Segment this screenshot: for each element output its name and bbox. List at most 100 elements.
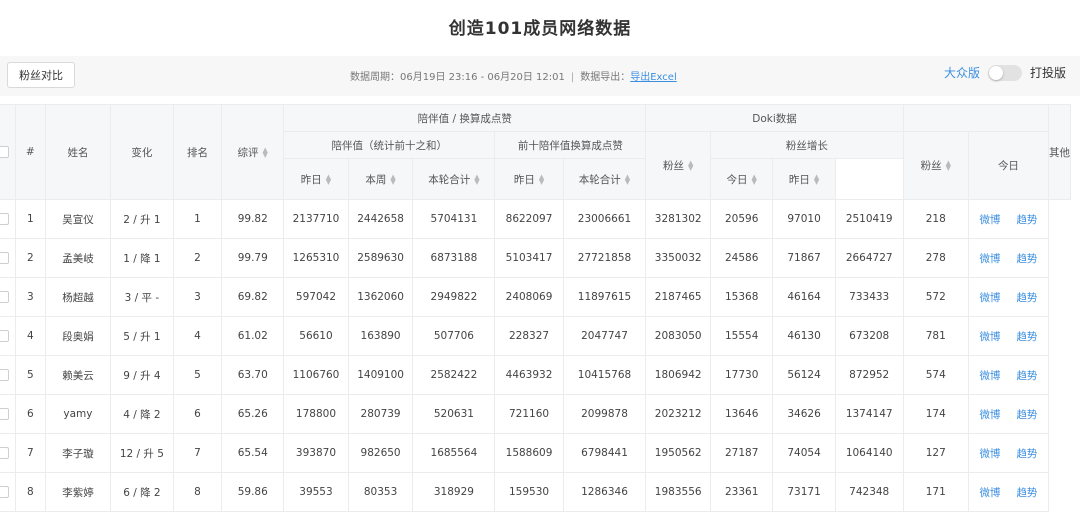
cell-g-today: 13646 — [709, 394, 774, 434]
weibo-link[interactable]: 微博 — [979, 448, 1000, 460]
sort-icon[interactable]: ▲ ▼ — [814, 173, 819, 185]
col-change: 变化 — [110, 104, 174, 200]
fans-compare-button[interactable]: 粉丝对比 — [7, 62, 75, 88]
weibo-link[interactable]: 微博 — [979, 409, 1000, 421]
row-checkbox[interactable] — [0, 291, 10, 303]
trend-link[interactable]: 趋势 — [1016, 448, 1037, 460]
sort-icon[interactable]: ▲ ▼ — [474, 173, 479, 185]
cell-score: 61.02 — [221, 316, 285, 356]
cell-doki: 3281302 — [645, 199, 711, 239]
cell-c-week: 2442658 — [347, 199, 414, 239]
weibo-link[interactable]: 微博 — [979, 487, 1000, 499]
row-checkbox[interactable] — [0, 213, 10, 225]
cell-doki: 1950562 — [645, 433, 711, 473]
cell-name: yamy — [44, 394, 112, 434]
cell-c-week: 1362060 — [347, 277, 414, 317]
cell-g-yest: 74054 — [772, 433, 836, 473]
sort-icon[interactable]: ▲ ▼ — [625, 173, 630, 185]
row-checkbox[interactable] — [0, 369, 10, 381]
toolbar: 粉丝对比 数据周期：06月19日 23:16 - 06月20日 12:01 | 数据… — [0, 56, 1080, 96]
cell-rank: 1 — [172, 199, 223, 239]
cell-c-yest: 1106760 — [283, 355, 349, 395]
cell-l-yest: 228327 — [494, 316, 564, 356]
cell-fans2: 1064140 — [834, 433, 904, 473]
cell-fans2: 2664727 — [834, 238, 904, 278]
cell-change: 12 / 升 5 — [110, 433, 174, 473]
cell-l-yest: 159530 — [494, 472, 564, 512]
weibo-link[interactable]: 微博 — [979, 370, 1000, 382]
col-g-today[interactable]: 今日 ▲ ▼ — [709, 158, 774, 200]
row-checkbox[interactable] — [0, 408, 10, 420]
trend-link[interactable]: 趋势 — [1016, 409, 1037, 421]
public-version-label[interactable]: 大众版 — [944, 64, 980, 81]
trend-link[interactable]: 趋势 — [1016, 331, 1037, 343]
sub-fans-growth: 粉丝增长 — [709, 131, 904, 159]
cell-fans2: 733433 — [834, 277, 904, 317]
col-fans2[interactable]: 粉丝 ▲ ▼ — [902, 131, 969, 200]
select-all-checkbox[interactable] — [0, 146, 10, 158]
col-c-total[interactable]: 本轮合计 ▲ ▼ — [412, 158, 496, 200]
cell-score: 99.79 — [221, 238, 285, 278]
vote-version-label[interactable]: 打投版 — [1030, 64, 1066, 81]
weibo-link[interactable]: 微博 — [979, 331, 1000, 343]
cell-g-yest: 73171 — [772, 472, 836, 512]
cell-change: 9 / 升 4 — [110, 355, 174, 395]
cell-name: 李子璇 — [44, 433, 112, 473]
export-excel-link[interactable]: 导出Excel — [630, 72, 677, 83]
col-l-yest[interactable]: 昨日 ▲ ▼ — [494, 158, 564, 200]
col-index: # — [14, 104, 46, 200]
row-checkbox[interactable] — [0, 252, 10, 264]
trend-link[interactable]: 趋势 — [1016, 487, 1037, 499]
sort-icon[interactable]: ▲ ▼ — [326, 173, 331, 185]
col-l-total[interactable]: 本轮合计 ▲ ▼ — [562, 158, 647, 200]
cell-c-week: 1409100 — [347, 355, 414, 395]
cell-fans2: 2510419 — [834, 199, 904, 239]
col-c-yest[interactable]: 昨日 ▲ ▼ — [283, 158, 349, 200]
cell-c-yest: 597042 — [283, 277, 349, 317]
version-toggle[interactable] — [987, 64, 1022, 81]
cell-rank: 6 — [172, 394, 223, 434]
col-score[interactable]: 综评 ▲ ▼ — [221, 104, 285, 200]
table-row: 4 段奥娟 5 / 升 1 4 61.02 56610 163890 507706 228327… — [0, 316, 1071, 356]
cell-today2: 127 — [902, 433, 969, 473]
col-doki-fans-label: 粉丝 — [662, 160, 684, 172]
row-checkbox[interactable] — [0, 486, 10, 498]
sort-icon[interactable]: ▲ ▼ — [688, 160, 693, 172]
trend-link[interactable]: 趋势 — [1016, 214, 1037, 226]
row-checkbox[interactable] — [0, 447, 10, 459]
cell-c-yest: 393870 — [283, 433, 349, 473]
row-select-cell — [0, 433, 16, 473]
cell-g-yest: 56124 — [772, 355, 836, 395]
cell-score: 63.70 — [221, 355, 285, 395]
sort-icon[interactable]: ▲ ▼ — [946, 160, 951, 172]
sort-icon[interactable]: ▲ ▼ — [539, 173, 544, 185]
cell-g-today: 24586 — [709, 238, 774, 278]
cell-c-yest: 1265310 — [283, 238, 349, 278]
row-select-cell — [0, 394, 16, 434]
col-c-week[interactable]: 本周 ▲ ▼ — [347, 158, 414, 200]
trend-link[interactable]: 趋势 — [1016, 370, 1037, 382]
cell-g-today: 27187 — [709, 433, 774, 473]
separator: | — [570, 72, 575, 83]
cell-g-today: 15554 — [709, 316, 774, 356]
col-doki-fans[interactable]: 粉丝 ▲ ▼ — [645, 131, 711, 200]
weibo-link[interactable]: 微博 — [979, 292, 1000, 304]
trend-link[interactable]: 趋势 — [1016, 253, 1037, 265]
table-row: 7 李子璇 12 / 升 5 7 65.54 393870 982650 1685564 158… — [0, 433, 1071, 473]
cell-l-total: 1286346 — [562, 472, 647, 512]
cell-l-yest: 4463932 — [494, 355, 564, 395]
table-row: 5 赖美云 9 / 升 4 5 63.70 1106760 1409100 2582422 44… — [0, 355, 1071, 395]
sort-icon[interactable]: ▲ ▼ — [390, 173, 395, 185]
weibo-link[interactable]: 微博 — [979, 253, 1000, 265]
cell-l-yest: 721160 — [494, 394, 564, 434]
col-g-yest[interactable]: 昨日 ▲ ▼ — [772, 158, 836, 200]
cell-l-total: 6798441 — [562, 433, 647, 473]
cell-g-today: 15368 — [709, 277, 774, 317]
sort-icon[interactable]: ▲ ▼ — [751, 173, 756, 185]
weibo-link[interactable]: 微博 — [979, 214, 1000, 226]
trend-link[interactable]: 趋势 — [1016, 292, 1037, 304]
col-name: 姓名 — [44, 104, 112, 200]
cell-l-total: 2047747 — [562, 316, 647, 356]
sort-icon[interactable]: ▲ ▼ — [263, 146, 268, 158]
row-checkbox[interactable] — [0, 330, 10, 342]
